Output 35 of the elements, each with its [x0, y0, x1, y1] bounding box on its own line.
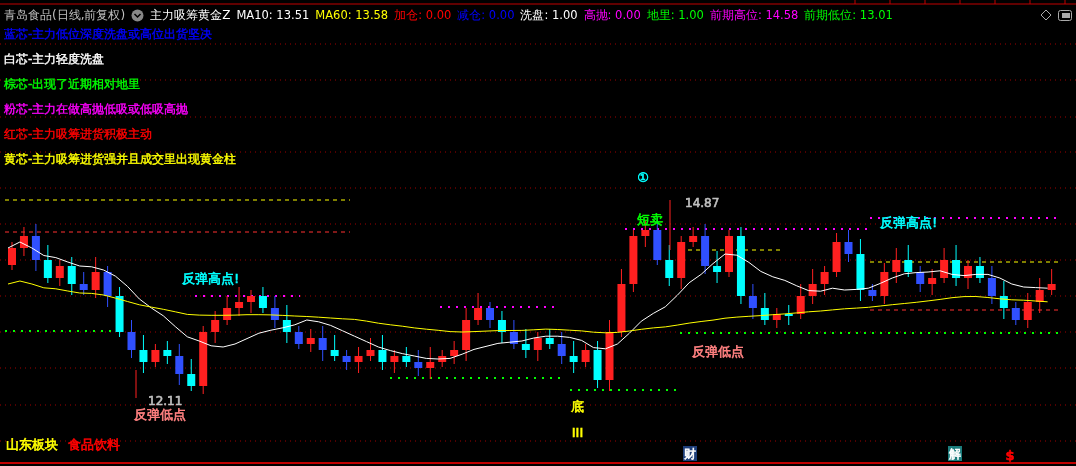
- legend-text: 棕芯-出现了近期相对地里: [4, 76, 141, 93]
- chart-annotation: 短卖: [637, 212, 663, 227]
- indicator-value: 洗盘: 1.00: [520, 7, 578, 23]
- indicator-value: MA10: 13.51: [236, 8, 310, 22]
- sector-label: 山东板块: [6, 437, 58, 452]
- price-label: 12.11: [148, 394, 183, 408]
- diamond-icon[interactable]: [1040, 9, 1052, 21]
- indicator-value: 减仓: 0.00: [457, 7, 515, 23]
- legend-text: 白芯-主力轻度洗盘: [4, 51, 105, 68]
- toggle-icon[interactable]: [1058, 9, 1072, 21]
- industry-label: 食品饮料: [68, 437, 120, 452]
- chart-annotation: ①: [637, 170, 649, 185]
- chart-annotation: 反弹低点: [692, 344, 744, 359]
- stock-title: 青岛食品(日线,前复权): [4, 6, 126, 24]
- indicator-value: MA60: 13.58: [315, 8, 389, 22]
- price-label: 14.87: [685, 196, 720, 210]
- legend-text: 蓝芯-主力低位深度洗盘或高位出货坚决: [4, 26, 213, 43]
- legend-text: 黄芯-主力吸筹进货强并且成交里出现黄金柱: [4, 151, 237, 168]
- legend-text: 粉芯-主力在做高抛低吸或低吸高抛: [4, 101, 189, 118]
- chart-annotation: 反弹高点!: [880, 215, 938, 230]
- chart-annotation: 反弹高点!: [182, 271, 240, 286]
- indicator-value: 加仓: 0.00: [394, 7, 452, 23]
- indicator-value: 前期低位: 13.01: [804, 7, 893, 23]
- indicator-name: 主力吸筹黄金Z: [150, 6, 231, 24]
- indicator-value: 高抛: 0.00: [583, 7, 641, 23]
- event-marker[interactable]: 财: [683, 446, 697, 461]
- indicator-value: 地里: 1.00: [646, 7, 704, 23]
- event-marker[interactable]: 解: [948, 446, 962, 461]
- chart-annotation: 底: [570, 399, 584, 414]
- indicator-value: 前期高位: 14.58: [709, 7, 799, 23]
- chart-annotation: 反弹低点: [134, 407, 186, 422]
- chart-annotation: III: [571, 424, 584, 440]
- event-marker[interactable]: $: [1005, 448, 1015, 463]
- legend-text: 红芯-主力吸筹进货积极主动: [4, 126, 153, 143]
- dropdown-icon[interactable]: [131, 8, 145, 22]
